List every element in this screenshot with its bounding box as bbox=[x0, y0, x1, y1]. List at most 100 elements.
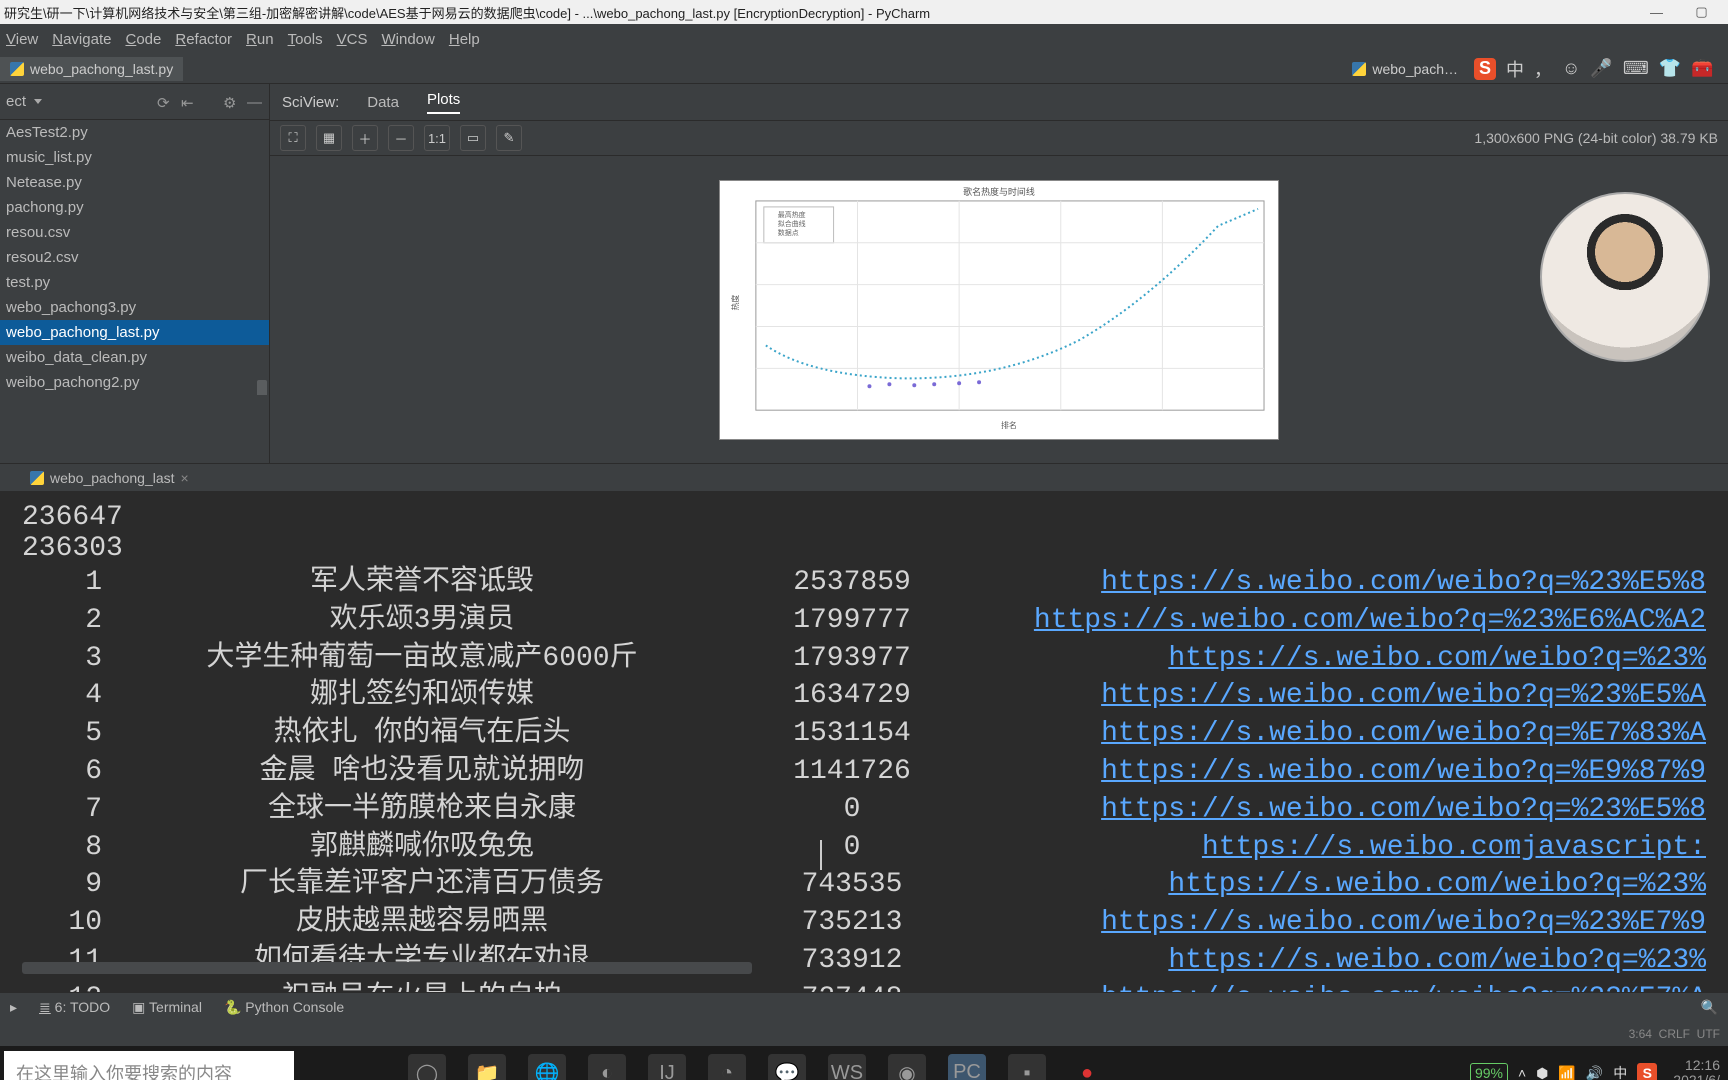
color-picker-icon[interactable]: ✎ bbox=[496, 125, 522, 151]
cmd-icon[interactable]: ▪ bbox=[1008, 1054, 1046, 1080]
pycharm-icon[interactable]: PC bbox=[948, 1054, 986, 1080]
system-tray[interactable]: 99% ˄ ⬢ 📶 🔊 中 S bbox=[1462, 1063, 1665, 1080]
row-value: 1531154 bbox=[702, 715, 1002, 753]
ime-indicator[interactable]: 中 bbox=[1613, 1063, 1627, 1080]
toolbar-smile-icon[interactable]: ☺ bbox=[1562, 58, 1580, 79]
file-item-selected[interactable]: webo_pachong_last.py bbox=[0, 320, 269, 345]
row-url[interactable]: https://s.weibo.com/weibo?q=%23%E6%AC%A2 bbox=[1002, 602, 1706, 640]
row-url[interactable]: https://s.weibo.com/weibo?q=%23% bbox=[1002, 866, 1706, 904]
row-index: 12 bbox=[22, 980, 142, 992]
minimize-button[interactable]: — bbox=[1634, 5, 1679, 20]
file-item[interactable]: Netease.py bbox=[0, 170, 269, 195]
row-url[interactable]: https://s.weibo.com/weibo?q=%23%E5%8 bbox=[1002, 564, 1706, 602]
recent-file-tab[interactable]: webo_pach… bbox=[1342, 57, 1468, 81]
menu-tools[interactable]: Tools bbox=[288, 31, 323, 48]
row-index: 5 bbox=[22, 715, 142, 753]
row-url[interactable]: https://s.weibo.com/weibo?q=%23%E5%A bbox=[1002, 677, 1706, 715]
close-icon[interactable]: × bbox=[181, 470, 189, 486]
file-item[interactable]: webo_pachong3.py bbox=[0, 295, 269, 320]
run-output[interactable]: 236647 236303 1军人荣誉不容诋毁2537859https://s.… bbox=[0, 492, 1728, 992]
event-log-icon[interactable]: 🔍 bbox=[1701, 999, 1718, 1016]
toolbar-skin-icon[interactable]: 👕 bbox=[1659, 58, 1681, 79]
editor-tab[interactable]: webo_pachong_last × bbox=[22, 468, 197, 488]
hide-icon[interactable]: — bbox=[247, 94, 263, 110]
volume-icon[interactable]: 🔊 bbox=[1586, 1065, 1603, 1080]
file-item[interactable]: test.py bbox=[0, 270, 269, 295]
menu-window[interactable]: Window bbox=[381, 31, 434, 48]
toolbar-keyboard-icon[interactable]: ⌨ bbox=[1623, 58, 1649, 79]
row-index: 10 bbox=[22, 904, 142, 942]
tab-data[interactable]: Data bbox=[367, 94, 399, 111]
wifi-icon[interactable]: 📶 bbox=[1558, 1065, 1575, 1080]
menu-run[interactable]: Run bbox=[246, 31, 274, 48]
menu-navigate[interactable]: Navigate bbox=[52, 31, 111, 48]
row-url[interactable]: https://s.weibo.com/weibo?q=%23%E5%8 bbox=[1002, 791, 1706, 829]
tw-python-console[interactable]: 🐍 Python Console bbox=[224, 999, 344, 1016]
target-icon[interactable] bbox=[157, 94, 173, 110]
zoom-in-icon[interactable]: ＋ bbox=[352, 125, 378, 151]
tray-chevron-icon[interactable]: ˄ bbox=[1518, 1065, 1526, 1080]
file-explorer-icon[interactable]: 📁 bbox=[468, 1054, 506, 1080]
sidebar-scrollbar[interactable] bbox=[257, 380, 267, 395]
zoom-out-icon[interactable]: － bbox=[388, 125, 414, 151]
intellij-icon[interactable]: IJ bbox=[648, 1054, 686, 1080]
row-url[interactable]: https://s.weibo.com/weibo?q=%23%E7%9 bbox=[1002, 904, 1706, 942]
chart-title: 歌名热度与时间线 bbox=[963, 185, 1035, 196]
tw-run-icon[interactable]: ▸ bbox=[10, 999, 17, 1016]
toolbar-punct-icon[interactable]: ， bbox=[1534, 56, 1552, 82]
row-url[interactable]: https://s.weibo.com/weibo?q=%E9%87%9 bbox=[1002, 753, 1706, 791]
webstorm-icon[interactable]: WS bbox=[828, 1054, 866, 1080]
fit-icon[interactable]: ⛶ bbox=[280, 125, 306, 151]
row-url[interactable]: https://s.weibo.com/weibo?q=%23%E7%A bbox=[1002, 980, 1706, 992]
sogou-tray-icon[interactable]: S bbox=[1637, 1063, 1657, 1080]
row-index: 8 bbox=[22, 829, 142, 867]
ime-lang-icon[interactable]: 中 bbox=[1506, 56, 1524, 82]
edge-icon[interactable]: 🌐 bbox=[528, 1054, 566, 1080]
task-view-icon[interactable]: ◯ bbox=[408, 1054, 446, 1080]
row-url[interactable]: https://s.weibo.com/weibo?q=%E7%83%A bbox=[1002, 715, 1706, 753]
breadcrumb-tab[interactable]: webo_pachong_last.py bbox=[0, 57, 183, 81]
sogou-ime-icon[interactable]: S bbox=[1474, 58, 1496, 80]
row-title: 金晨 啥也没看见就说拥吻 bbox=[142, 753, 702, 791]
menu-code[interactable]: Code bbox=[125, 31, 161, 48]
menu-help[interactable]: Help bbox=[449, 31, 480, 48]
tab-plots[interactable]: Plots bbox=[427, 91, 460, 114]
select-icon[interactable]: ▭ bbox=[460, 125, 486, 151]
grid-icon[interactable]: ▦ bbox=[316, 125, 342, 151]
tw-todo[interactable]: ≣ 6: TODO bbox=[39, 999, 110, 1016]
eclipse-icon[interactable]: ◔ bbox=[708, 1054, 746, 1080]
chevron-down-icon[interactable] bbox=[34, 99, 42, 104]
collapse-icon[interactable] bbox=[181, 94, 197, 110]
row-url[interactable]: https://s.weibo.comjavascript: bbox=[1002, 829, 1706, 867]
taskbar-search[interactable]: 在这里输入你要搜索的内容 bbox=[4, 1051, 294, 1080]
plot-image[interactable]: 歌名热度与时间线 最高热度 拟合曲线 数据点 bbox=[719, 180, 1279, 440]
gear-icon[interactable] bbox=[223, 94, 239, 110]
file-item[interactable]: AesTest2.py bbox=[0, 120, 269, 145]
output-row: 11如何看待大学专业都在劝退733912https://s.weibo.com/… bbox=[22, 942, 1706, 980]
project-file-list[interactable]: AesTest2.py music_list.py Netease.py pac… bbox=[0, 120, 269, 395]
file-item[interactable]: resou.csv bbox=[0, 220, 269, 245]
tray-dropbox-icon[interactable]: ⬢ bbox=[1536, 1065, 1548, 1080]
recording-icon[interactable]: ● bbox=[1068, 1054, 1106, 1080]
taskbar-clock[interactable]: 12:16 2021/6/ bbox=[1665, 1058, 1728, 1080]
tw-terminal[interactable]: ▣ Terminal bbox=[132, 999, 202, 1016]
file-item[interactable]: weibo_data_clean.py bbox=[0, 345, 269, 370]
file-item[interactable]: pachong.py bbox=[0, 195, 269, 220]
toolbar-mic-icon[interactable]: 🎤 bbox=[1590, 58, 1612, 79]
output-row: 12祝融号在火星上的自拍727448https://s.weibo.com/we… bbox=[22, 980, 1706, 992]
file-item[interactable]: resou2.csv bbox=[0, 245, 269, 270]
app-icon[interactable]: ◐ bbox=[588, 1054, 626, 1080]
menu-refactor[interactable]: Refactor bbox=[175, 31, 232, 48]
chrome-icon[interactable]: ◉ bbox=[888, 1054, 926, 1080]
output-h-scrollbar[interactable] bbox=[22, 962, 752, 974]
menu-view[interactable]: View bbox=[6, 31, 38, 48]
row-url[interactable]: https://s.weibo.com/weibo?q=%23% bbox=[1002, 640, 1706, 678]
file-item[interactable]: music_list.py bbox=[0, 145, 269, 170]
wechat-icon[interactable]: 💬 bbox=[768, 1054, 806, 1080]
maximize-button[interactable]: ▢ bbox=[1679, 4, 1724, 20]
menu-vcs[interactable]: VCS bbox=[337, 31, 368, 48]
actual-size-button[interactable]: 1:1 bbox=[424, 125, 450, 151]
file-item[interactable]: weibo_pachong2.py bbox=[0, 370, 269, 395]
toolbar-toolbox-icon[interactable]: 🧰 bbox=[1691, 58, 1713, 79]
row-url[interactable]: https://s.weibo.com/weibo?q=%23% bbox=[1002, 942, 1706, 980]
